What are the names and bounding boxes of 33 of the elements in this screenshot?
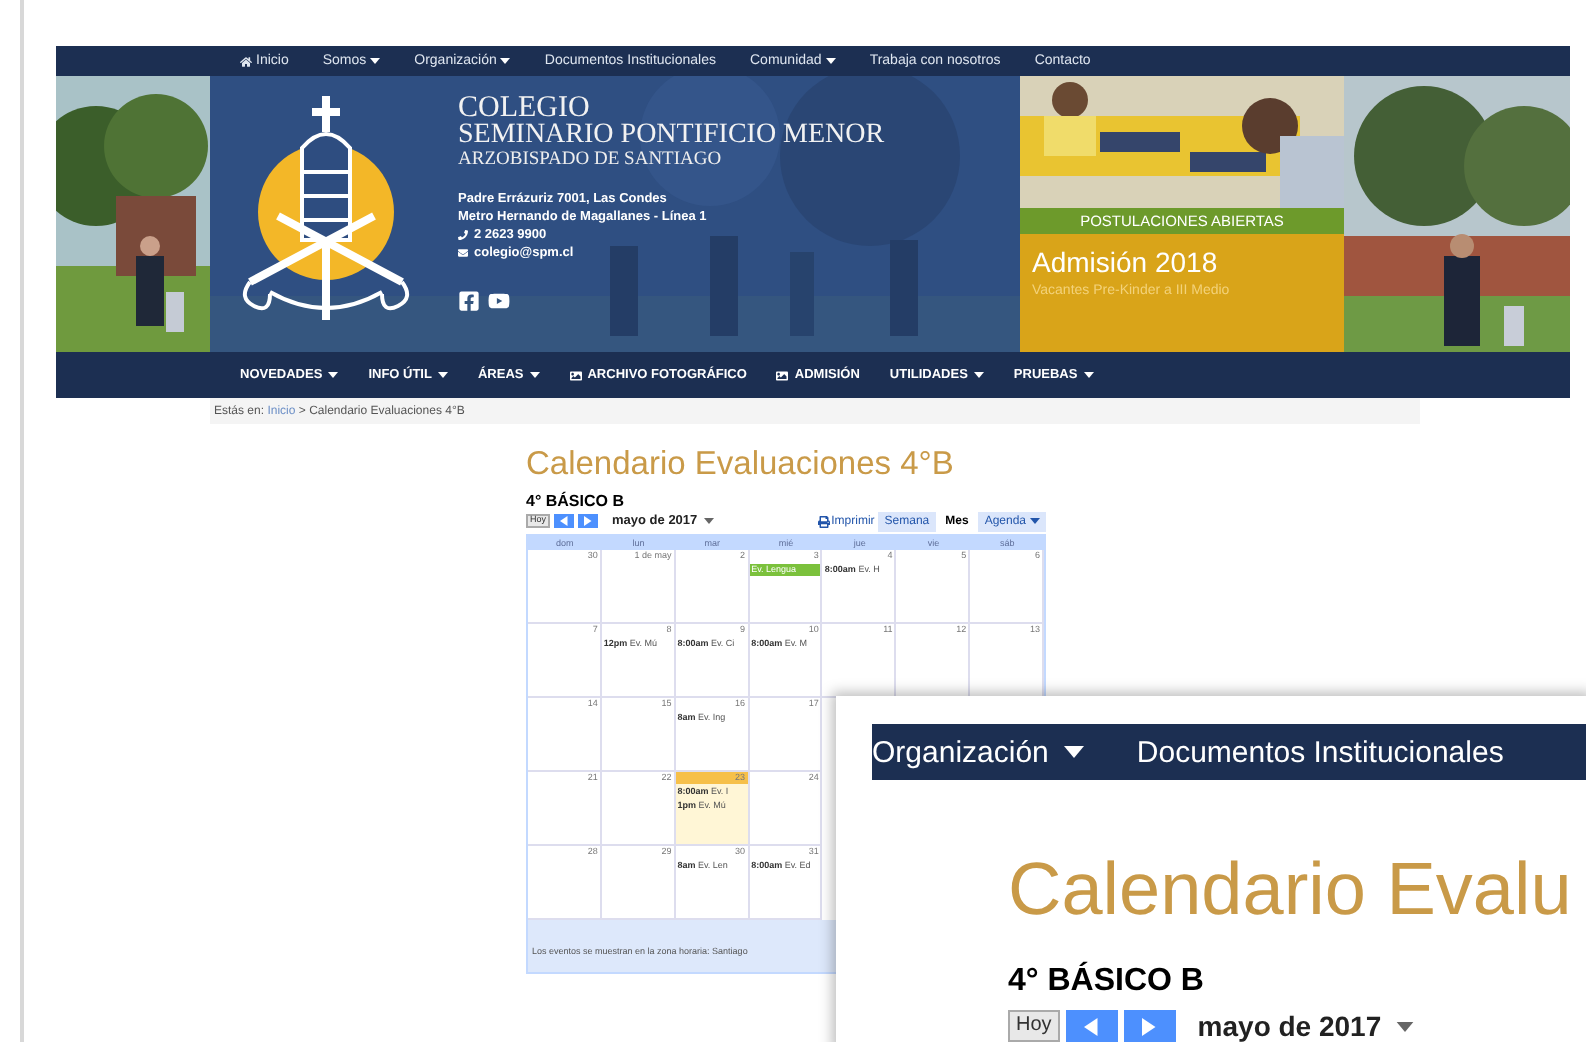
caret-icon: [1395, 1021, 1414, 1031]
next-button[interactable]: [1123, 1010, 1176, 1042]
banner-title: Admisión 2018: [1032, 246, 1220, 278]
previous-button[interactable]: [554, 514, 575, 528]
page-title: Calendario Evaluaciones 4°B: [526, 446, 956, 482]
next-button[interactable]: [578, 514, 599, 528]
previous-button[interactable]: [1065, 1010, 1118, 1042]
image-icon: [776, 369, 789, 381]
caret-icon: [437, 372, 448, 378]
caret-icon: [973, 372, 984, 378]
caret-icon: [1083, 372, 1094, 378]
page-title: Calendario Evalu: [1008, 848, 1574, 932]
caret-icon: [529, 372, 540, 378]
previous-icon: [1084, 1017, 1099, 1035]
caret-icon: [370, 58, 381, 64]
image-icon: [569, 369, 582, 381]
previous-icon: [560, 516, 568, 526]
caret-icon: [825, 58, 836, 64]
caret-icon: [500, 58, 511, 64]
calendar-title: 4° BÁSICO B: [1008, 964, 1206, 1000]
caret-icon: [703, 518, 714, 524]
next-icon: [584, 516, 592, 526]
month-picker[interactable]: mayo de 2017: [1197, 1010, 1414, 1042]
today-button[interactable]: Hoy: [1008, 1010, 1060, 1042]
home-icon: [240, 55, 252, 67]
print-icon: [817, 515, 830, 527]
top-nav-link[interactable]: Organización: [872, 735, 1085, 769]
caret-icon: [1030, 518, 1040, 524]
caret-icon: [1064, 746, 1085, 758]
caret-icon: [328, 372, 339, 378]
next-icon: [1142, 1017, 1157, 1035]
top-nav-link[interactable]: Documentos Institucionales: [1136, 735, 1504, 769]
calendar-title: 4° BÁSICO B: [526, 492, 626, 510]
